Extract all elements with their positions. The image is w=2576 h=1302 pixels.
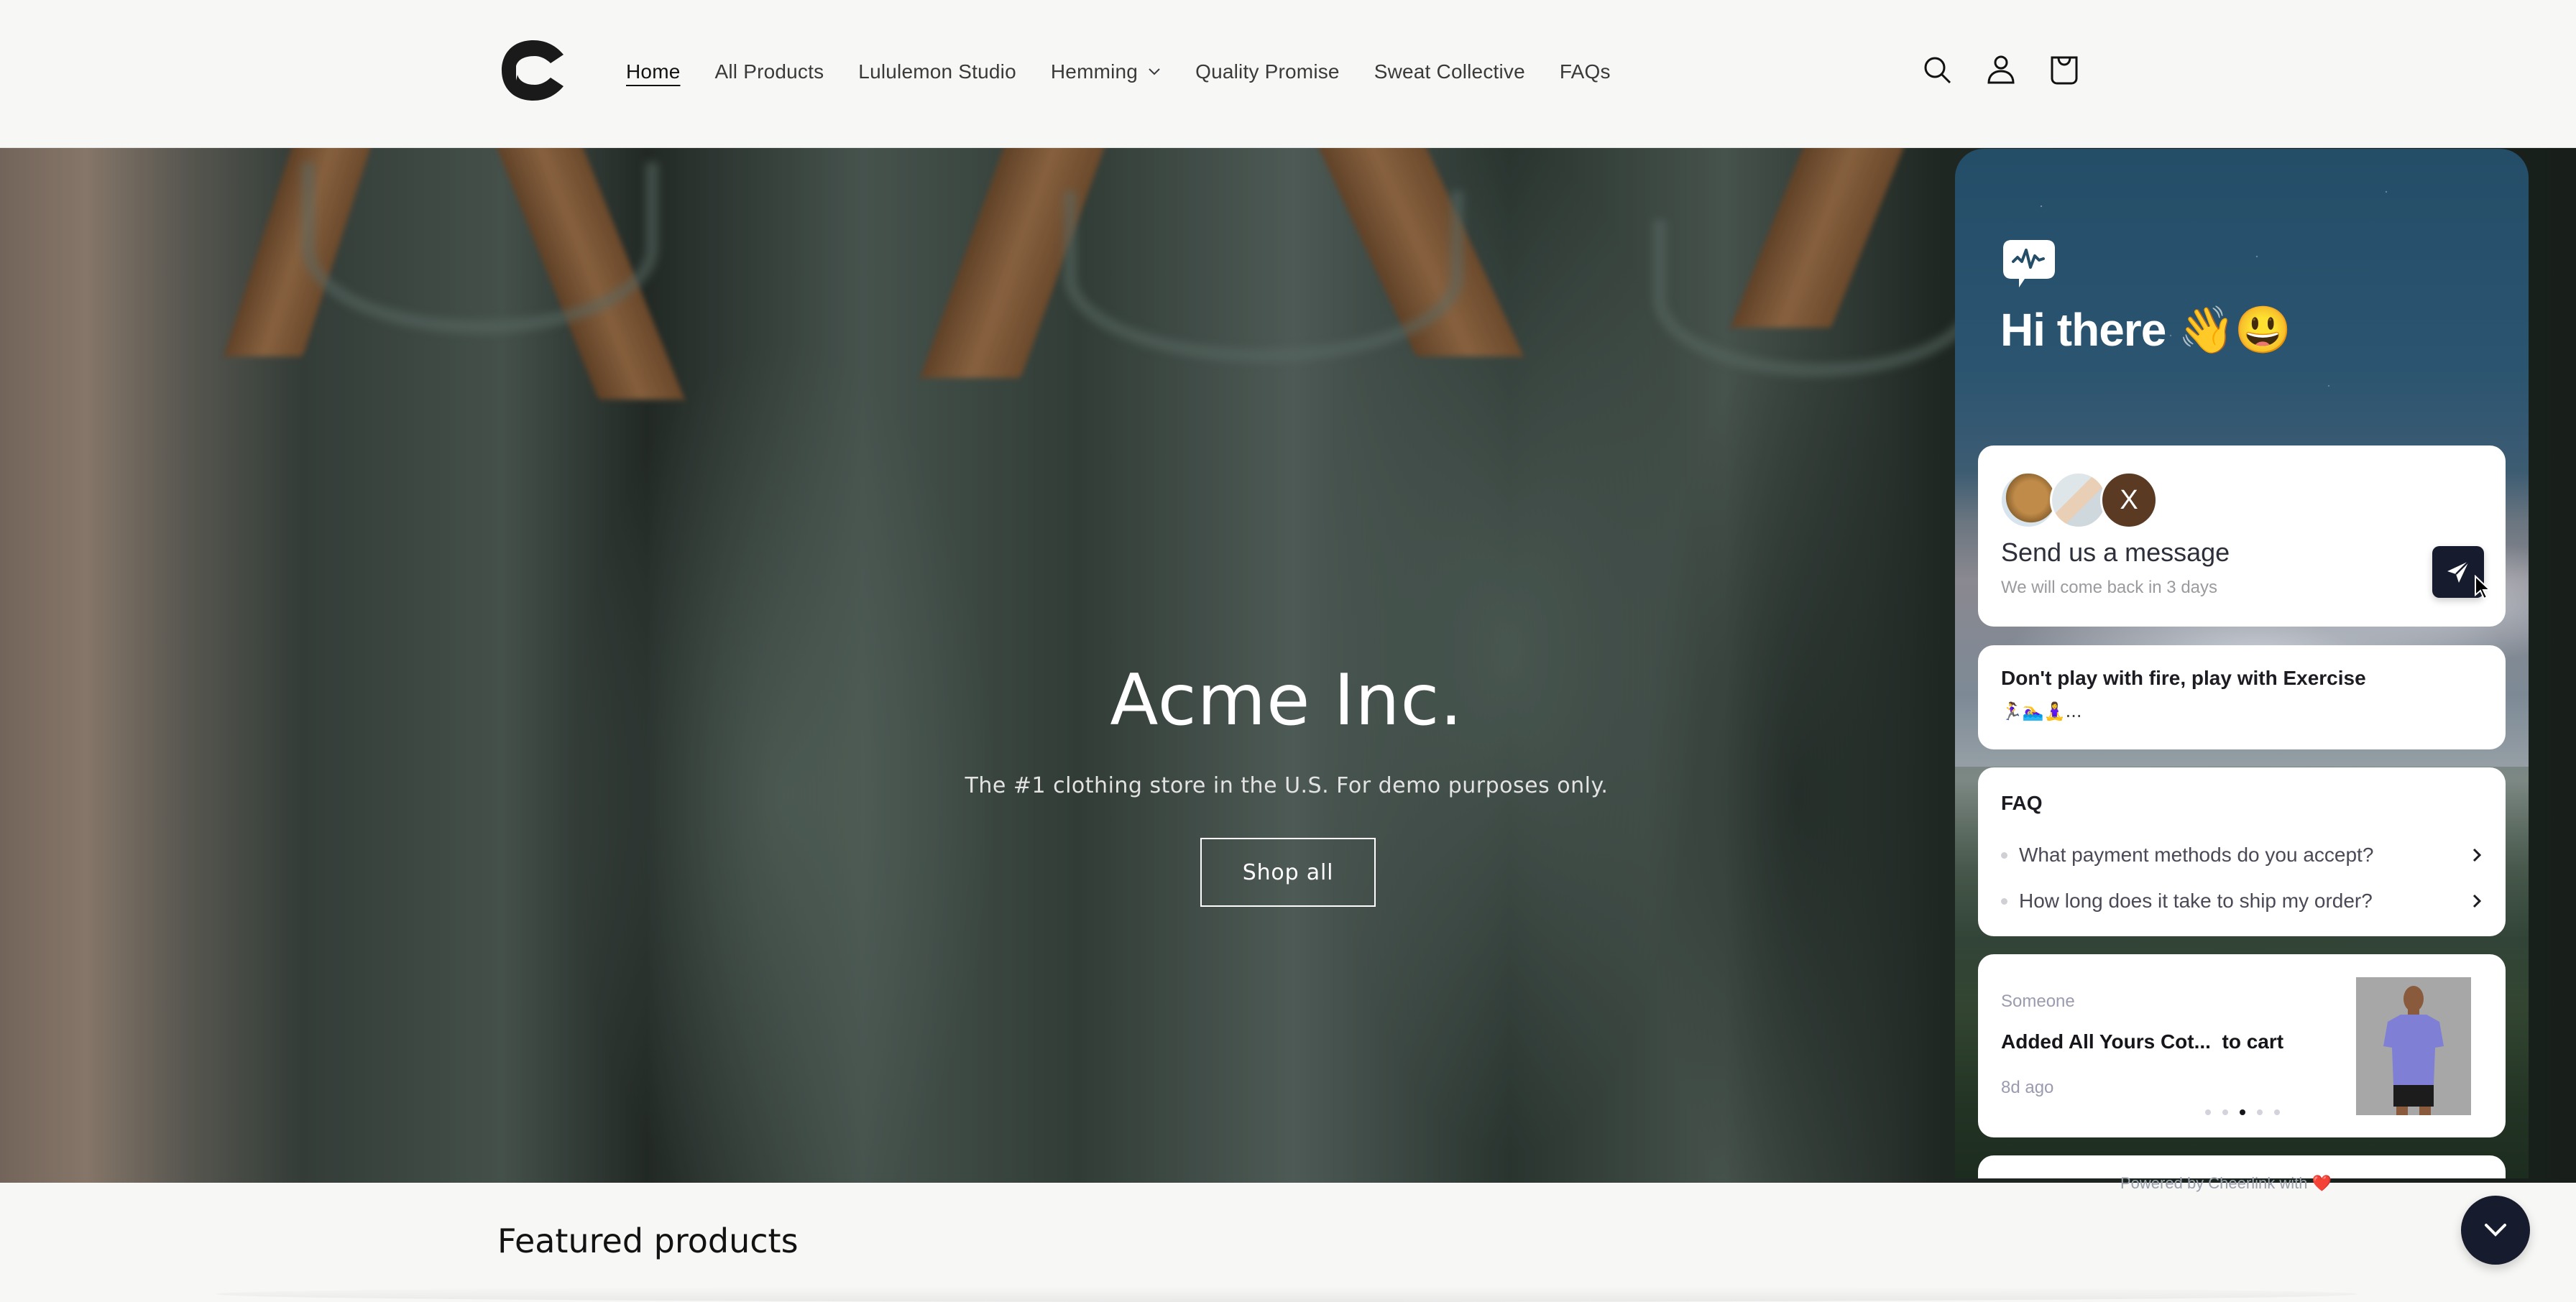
nav-item-hemming[interactable]: Hemming xyxy=(1051,60,1161,83)
paper-plane-icon xyxy=(2447,560,2470,583)
faq-card: FAQ What payment methods do you accept? … xyxy=(1978,767,2506,936)
pager-dot[interactable] xyxy=(2257,1109,2263,1115)
shop-all-label: Shop all xyxy=(1242,859,1334,885)
product-thumbnail[interactable] xyxy=(2356,977,2471,1115)
featured-products-heading: Featured products xyxy=(497,1222,799,1260)
main-nav: Home All Products Lululemon Studio Hemmi… xyxy=(626,53,1645,91)
faq-item-payment-methods[interactable]: What payment methods do you accept? xyxy=(2001,835,2483,875)
nav-item-quality-promise[interactable]: Quality Promise xyxy=(1195,60,1340,83)
send-message-card[interactable]: X Send us a message We will come back in… xyxy=(1978,445,2506,627)
chevron-down-icon xyxy=(1149,68,1160,75)
avatar-initial: X xyxy=(2120,484,2138,515)
pager-dot[interactable] xyxy=(2205,1109,2211,1115)
widget-greeting: Hi there 👋😃 xyxy=(2000,304,2291,356)
site-header: Home All Products Lululemon Studio Hemmi… xyxy=(0,0,2576,148)
avatar: X xyxy=(2100,471,2158,529)
search-button[interactable] xyxy=(1918,50,1958,91)
recent-activity-card[interactable]: Someone Added All Yours Cot... to cart 8… xyxy=(1978,954,2506,1137)
hero-title: Acme Inc. xyxy=(1110,660,1463,742)
chevron-right-icon xyxy=(2472,848,2482,862)
send-message-title: Send us a message xyxy=(2001,537,2230,567)
nav-item-lululemon-studio[interactable]: Lululemon Studio xyxy=(858,60,1016,83)
pager-dot[interactable] xyxy=(2274,1109,2280,1115)
chat-toggle-button[interactable] xyxy=(2461,1196,2530,1265)
shop-all-button[interactable]: Shop all xyxy=(1200,838,1376,907)
nav-item-home[interactable]: Home xyxy=(626,60,681,83)
pager-dot-active[interactable] xyxy=(2240,1109,2245,1115)
activity-action: Added All Yours Cot... to cart xyxy=(2001,1030,2284,1053)
chevron-down-icon xyxy=(2485,1224,2506,1237)
chat-logo-icon xyxy=(2003,240,2055,287)
nav-item-faqs[interactable]: FAQs xyxy=(1560,60,1611,83)
activity-user: Someone xyxy=(2001,992,2075,1011)
chat-widget-panel: Hi there 👋😃 X Send us a message We will … xyxy=(1955,149,2529,1178)
hero-subtitle: The #1 clothing store in the U.S. For de… xyxy=(965,773,1609,798)
mouse-cursor-icon xyxy=(2475,575,2492,600)
team-avatars: X xyxy=(2000,471,2158,529)
search-icon xyxy=(1924,57,1951,84)
promo-title: Don't play with fire, play with Exercise xyxy=(2001,667,2366,689)
faq-item-shipping-time[interactable]: How long does it take to ship my order? xyxy=(2001,881,2483,921)
brand-logo[interactable] xyxy=(497,37,569,103)
product-photo-icon xyxy=(2356,977,2471,1115)
faq-question: What payment methods do you accept? xyxy=(2019,844,2374,866)
avatar xyxy=(2000,471,2057,529)
promo-card[interactable]: Don't play with fire, play with Exercise… xyxy=(1978,645,2506,749)
nav-label: FAQs xyxy=(1559,60,1611,83)
nav-label: Hemming xyxy=(1050,60,1138,83)
bullet-icon xyxy=(2001,897,2007,905)
promo-subtitle: 🏃‍♀️🏊‍♀️🧘‍♀️... xyxy=(2001,701,2082,721)
cart-icon xyxy=(2051,56,2078,85)
faq-title: FAQ xyxy=(2001,792,2043,814)
send-message-subtitle: We will come back in 3 days xyxy=(2001,578,2218,597)
header-icons xyxy=(1918,50,2107,91)
chevron-right-icon xyxy=(2472,894,2482,908)
bullet-icon xyxy=(2001,851,2007,859)
nav-label: Home xyxy=(626,60,681,83)
account-icon xyxy=(1987,55,2015,84)
product-grid-shadow xyxy=(216,1286,2358,1302)
nav-label: Quality Promise xyxy=(1195,60,1340,83)
nav-item-all-products[interactable]: All Products xyxy=(715,60,824,83)
activity-pager xyxy=(2205,1109,2291,1115)
nav-label: All Products xyxy=(714,60,824,83)
cart-button[interactable] xyxy=(2044,50,2084,91)
nav-label: Lululemon Studio xyxy=(858,60,1016,83)
pager-dot[interactable] xyxy=(2222,1109,2228,1115)
faq-question: How long does it take to ship my order? xyxy=(2019,890,2373,912)
powered-by-text[interactable]: Powered by Cheerlink with ❤️ xyxy=(2120,1174,2332,1193)
account-button[interactable] xyxy=(1981,50,2021,91)
avatar xyxy=(2050,471,2107,529)
nav-label: Sweat Collective xyxy=(1374,60,1525,83)
nav-item-sweat-collective[interactable]: Sweat Collective xyxy=(1374,60,1525,83)
activity-time: 8d ago xyxy=(2001,1078,2054,1097)
